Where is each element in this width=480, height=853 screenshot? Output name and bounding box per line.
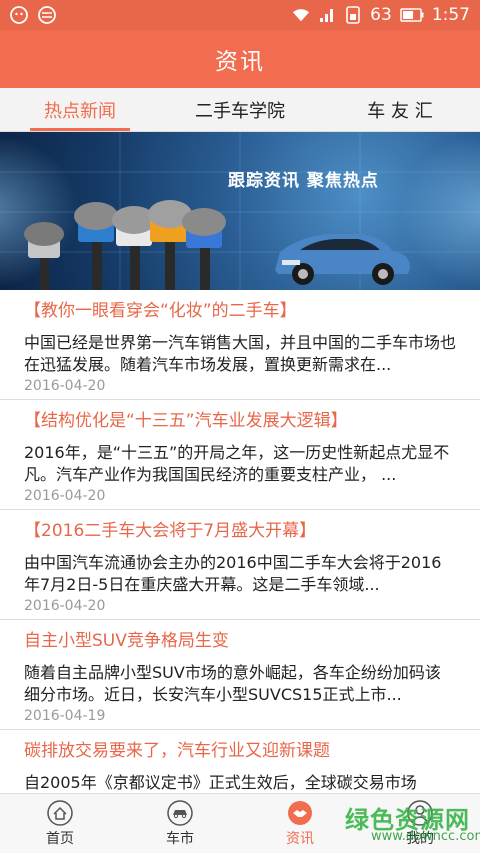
nav-label: 资讯	[286, 830, 314, 847]
tab-hot-news[interactable]: 热点新闻	[0, 88, 160, 131]
header-bar: 资讯	[0, 30, 480, 88]
tab-used-car-academy[interactable]: 二手车学院	[160, 88, 320, 131]
tab-bar: 热点新闻 二手车学院 车 友 汇	[0, 88, 480, 132]
list-item[interactable]: 【结构优化是“十三五”汽车业发展大逻辑】 2016年，是“十三五”的开局之年，这…	[0, 400, 480, 510]
news-title: 自主小型SUV竞争格局生变	[24, 631, 229, 651]
list-item[interactable]: 【教你一眼看穿会“化妆”的二手车】 中国已经是世界第一汽车销售大国，并且中国的二…	[0, 290, 480, 400]
news-date: 2016-04-19	[24, 708, 106, 724]
nav-news[interactable]: 资讯	[240, 794, 360, 853]
news-title: 【2016二手车大会将于7月盛大开幕】	[24, 521, 317, 541]
wifi-icon	[292, 6, 310, 24]
watermark-url: www.downcc.com	[371, 829, 480, 844]
nav-label: 首页	[46, 830, 74, 847]
page-title: 资讯	[215, 49, 265, 75]
news-list: 【教你一眼看穿会“化妆”的二手车】 中国已经是世界第一汽车销售大国，并且中国的二…	[0, 290, 480, 792]
banner-illustration	[0, 132, 480, 290]
home-icon	[47, 799, 73, 826]
nav-car-market[interactable]: 车市	[120, 794, 240, 853]
news-summary: 随着自主品牌小型SUV市场的意外崛起，各车企纷纷加码该细分市场。近日，长安汽车小…	[24, 663, 441, 704]
nav-label: 车市	[166, 830, 194, 847]
news-title: 【结构优化是“十三五”汽车业发展大逻辑】	[24, 411, 348, 431]
news-banner[interactable]: 跟踪资讯 聚焦热点	[0, 132, 480, 290]
tab-label: 车 友 汇	[367, 100, 433, 122]
status-bar: 63 1:57	[0, 0, 480, 30]
car-icon	[167, 799, 193, 826]
news-date: 2016-04-20	[24, 378, 106, 394]
news-date: 2016-04-20	[24, 598, 106, 614]
watermark-logo: 绿色资源网 www.downcc.com	[345, 800, 480, 853]
wechat-icon	[10, 6, 28, 24]
news-title: 碳排放交易要来了，汽车行业又迎新课题	[24, 741, 330, 761]
news-summary: 2016年，是“十三五”的开局之年，这一历史性新起点尤显不凡。汽车产业作为我国国…	[24, 443, 450, 484]
battery-icon	[400, 6, 424, 24]
tab-label: 热点新闻	[44, 100, 116, 122]
battery-level: 63	[370, 5, 392, 25]
tab-car-club[interactable]: 车 友 汇	[320, 88, 480, 131]
browser-icon	[38, 6, 56, 24]
news-summary: 中国已经是世界第一汽车销售大国，并且中国的二手车市场也在迅猛发展。随着汽车市场发…	[24, 333, 456, 374]
news-summary: 自2005年《京都议定书》正式生效后，全球碳交易市场	[24, 773, 417, 792]
tab-label: 二手车学院	[195, 100, 285, 122]
list-item[interactable]: 碳排放交易要来了，汽车行业又迎新课题 自2005年《京都议定书》正式生效后，全球…	[0, 730, 480, 792]
list-item[interactable]: 自主小型SUV竞争格局生变 随着自主品牌小型SUV市场的意外崛起，各车企纷纷加码…	[0, 620, 480, 730]
news-summary: 由中国汽车流通协会主办的2016中国二手车大会将于2016年7月2日-5日在重庆…	[24, 553, 442, 594]
sim-icon	[344, 6, 362, 24]
list-item[interactable]: 【2016二手车大会将于7月盛大开幕】 由中国汽车流通协会主办的2016中国二手…	[0, 510, 480, 620]
handshake-icon	[287, 800, 313, 826]
car-image	[275, 234, 410, 285]
clock: 1:57	[431, 5, 470, 25]
signal-icon	[318, 6, 336, 24]
nav-home[interactable]: 首页	[0, 794, 120, 853]
news-date: 2016-04-20	[24, 488, 106, 504]
news-title: 【教你一眼看穿会“化妆”的二手车】	[24, 301, 297, 321]
microphone-icon	[74, 202, 118, 290]
